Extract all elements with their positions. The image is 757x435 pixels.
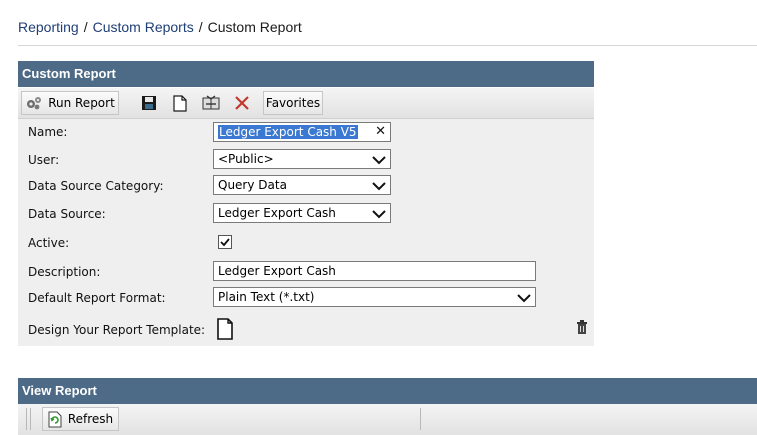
run-report-label: Run Report xyxy=(48,96,115,110)
favorites-button[interactable]: Favorites xyxy=(263,91,323,115)
clear-icon[interactable]: ✕ xyxy=(375,123,386,141)
custom-report-title: Custom Report xyxy=(22,66,116,81)
trash-icon xyxy=(577,320,587,334)
default-report-format-value: Plain Text (*.txt) xyxy=(218,290,315,304)
view-report-toolbar: Refresh xyxy=(18,404,757,435)
breadcrumb-custom-reports-link[interactable]: Custom Reports xyxy=(93,19,194,35)
toolbar-separator xyxy=(26,408,27,430)
description-input[interactable]: Ledger Export Cash xyxy=(213,261,536,281)
description-label: Description: xyxy=(28,265,101,279)
delete-icon xyxy=(234,95,250,111)
favorites-label: Favorites xyxy=(265,96,321,110)
new-button[interactable] xyxy=(168,91,192,115)
save-icon xyxy=(141,95,157,111)
toolbar-separator xyxy=(420,408,421,430)
default-report-format-select[interactable]: Plain Text (*.txt) xyxy=(213,287,536,307)
refresh-icon xyxy=(48,411,62,428)
document-icon xyxy=(217,318,233,340)
design-template-button[interactable] xyxy=(216,318,234,340)
data-source-category-select[interactable]: Query Data xyxy=(213,175,391,195)
breadcrumb-separator: / xyxy=(83,19,88,35)
active-label: Active: xyxy=(28,236,70,250)
breadcrumb-separator: / xyxy=(198,19,203,35)
copy-icon xyxy=(202,94,220,112)
custom-report-toolbar: Run Report Favorites xyxy=(18,88,594,119)
delete-button[interactable] xyxy=(230,91,254,115)
default-report-format-label: Default Report Format: xyxy=(28,291,166,305)
data-source-value: Ledger Export Cash xyxy=(218,206,336,220)
refresh-button[interactable]: Refresh xyxy=(42,407,119,431)
breadcrumb: Reporting / Custom Reports / Custom Report xyxy=(18,19,302,35)
chevron-down-icon xyxy=(516,291,532,309)
data-source-category-label: Data Source Category: xyxy=(28,179,164,193)
custom-report-header: Custom Report xyxy=(18,61,594,87)
divider xyxy=(18,45,757,46)
new-document-icon xyxy=(173,94,187,112)
toolbar-separator xyxy=(30,408,31,430)
design-template-label: Design Your Report Template: xyxy=(28,323,206,337)
name-value: Ledger Export Cash V5 xyxy=(218,125,358,139)
checkmark-icon xyxy=(220,238,230,247)
name-label: Name: xyxy=(28,125,68,139)
data-source-select[interactable]: Ledger Export Cash xyxy=(213,203,391,223)
refresh-label: Refresh xyxy=(67,412,114,426)
gears-icon xyxy=(25,95,43,111)
user-select[interactable]: <Public> xyxy=(213,149,391,169)
user-label: User: xyxy=(28,153,60,167)
data-source-label: Data Source: xyxy=(28,207,106,221)
view-report-header: View Report xyxy=(18,378,757,404)
active-checkbox[interactable] xyxy=(218,235,232,249)
description-value: Ledger Export Cash xyxy=(218,264,336,278)
data-source-category-value: Query Data xyxy=(218,178,287,192)
copy-button[interactable] xyxy=(199,91,223,115)
chevron-down-icon xyxy=(371,207,387,225)
user-value: <Public> xyxy=(218,152,274,166)
delete-template-button[interactable] xyxy=(576,320,588,334)
breadcrumb-reporting-link[interactable]: Reporting xyxy=(18,19,79,35)
view-report-title: View Report xyxy=(22,383,97,398)
save-button[interactable] xyxy=(137,91,161,115)
run-report-button[interactable]: Run Report xyxy=(21,91,119,115)
breadcrumb-current: Custom Report xyxy=(207,19,302,35)
chevron-down-icon xyxy=(371,179,387,197)
chevron-down-icon xyxy=(371,153,387,171)
name-input[interactable]: Ledger Export Cash V5 ✕ xyxy=(213,122,391,142)
